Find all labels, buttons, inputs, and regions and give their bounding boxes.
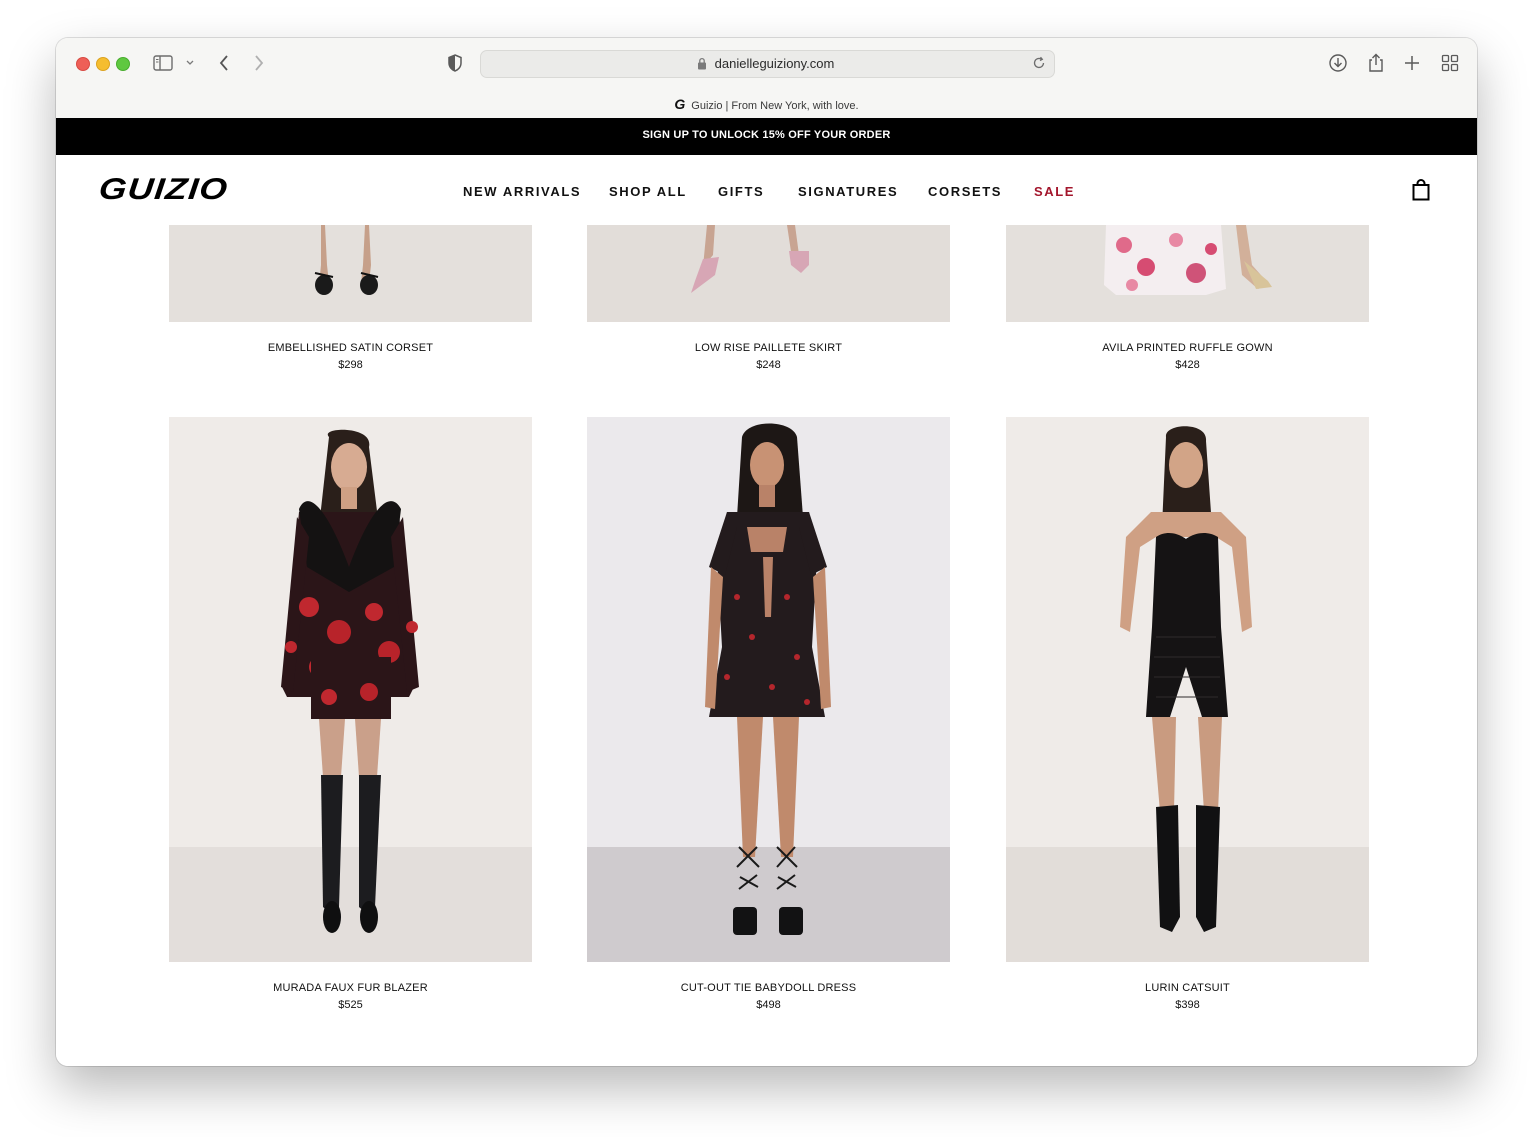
nav-corsets[interactable]: CORSETS: [928, 184, 1002, 199]
product-name[interactable]: CUT-OUT TIE BABYDOLL DRESS: [587, 982, 950, 994]
product-grid: EMBELLISHED SATIN CORSET $298 LOW RISE P…: [56, 225, 1477, 1066]
minimize-window-button[interactable]: [96, 57, 110, 71]
zoom-window-button[interactable]: [116, 57, 130, 71]
share-icon[interactable]: [1365, 52, 1387, 74]
product-image[interactable]: [1006, 225, 1369, 322]
product-name[interactable]: EMBELLISHED SATIN CORSET: [169, 342, 532, 354]
reload-icon[interactable]: [1032, 56, 1046, 75]
browser-toolbar: danielleguiziony.com G Guizio | From New …: [56, 38, 1477, 118]
product-price: $498: [756, 999, 781, 1011]
product-image[interactable]: [1006, 417, 1369, 962]
product-price: $428: [1175, 359, 1200, 371]
product-photo-blazer: [169, 417, 532, 962]
browser-window: danielleguiziony.com G Guizio | From New …: [56, 38, 1477, 1066]
shopping-bag-icon[interactable]: [1412, 179, 1430, 206]
product-price: $298: [338, 359, 363, 371]
product-name[interactable]: LOW RISE PAILLETE SKIRT: [587, 342, 950, 354]
product-image[interactable]: [587, 417, 950, 962]
desktop: danielleguiziony.com G Guizio | From New …: [0, 0, 1533, 1137]
nav-sale[interactable]: SALE: [1034, 184, 1075, 199]
close-window-button[interactable]: [76, 57, 90, 71]
sidebar-icon[interactable]: [152, 52, 174, 74]
main-nav: NEW ARRIVALS SHOP ALL GIFTS SIGNATURES C…: [56, 184, 1477, 200]
product-image[interactable]: [169, 417, 532, 962]
product-name[interactable]: LURIN CATSUIT: [1006, 982, 1369, 994]
tab-title: Guizio | From New York, with love.: [691, 100, 859, 112]
product-card[interactable]: EMBELLISHED SATIN CORSET $298: [169, 225, 532, 371]
product-card[interactable]: CUT-OUT TIE BABYDOLL DRESS $498: [587, 417, 950, 1011]
product-photo-legs: [169, 225, 532, 322]
favicon: G: [674, 96, 686, 112]
nav-new-arrivals[interactable]: NEW ARRIVALS: [463, 184, 581, 199]
product-card[interactable]: LURIN CATSUIT $398: [1006, 417, 1369, 1011]
shield-icon[interactable]: [444, 52, 466, 74]
nav-gifts[interactable]: GIFTS: [718, 184, 764, 199]
product-price: $525: [338, 999, 363, 1011]
product-card[interactable]: AVILA PRINTED RUFFLE GOWN $428: [1006, 225, 1369, 371]
product-image[interactable]: [169, 225, 532, 322]
product-card[interactable]: LOW RISE PAILLETE SKIRT $248: [587, 225, 950, 371]
product-price: $398: [1175, 999, 1200, 1011]
nav-signatures[interactable]: SIGNATURES: [798, 184, 898, 199]
product-image[interactable]: [587, 225, 950, 322]
promo-banner[interactable]: SIGN UP TO UNLOCK 15% OFF YOUR ORDER: [56, 118, 1477, 155]
url-text: danielleguiziony.com: [714, 56, 835, 71]
product-photo-legs: [587, 225, 950, 322]
back-icon[interactable]: [213, 52, 235, 74]
tab-title-bar[interactable]: G Guizio | From New York, with love.: [56, 94, 1477, 118]
new-tab-icon[interactable]: [1401, 52, 1423, 74]
forward-icon[interactable]: [248, 52, 270, 74]
product-card[interactable]: MURADA FAUX FUR BLAZER $525: [169, 417, 532, 1011]
address-bar[interactable]: danielleguiziony.com: [480, 50, 1055, 78]
tab-overview-icon[interactable]: [1439, 52, 1461, 74]
product-photo-catsuit: [1006, 417, 1369, 962]
promo-text: SIGN UP TO UNLOCK 15% OFF YOUR ORDER: [642, 129, 891, 141]
chevron-down-icon[interactable]: [179, 52, 201, 74]
site-header: GUIZIO NEW ARRIVALS SHOP ALL GIFTS SIGNA…: [56, 155, 1477, 225]
product-name[interactable]: MURADA FAUX FUR BLAZER: [169, 982, 532, 994]
product-name[interactable]: AVILA PRINTED RUFFLE GOWN: [1006, 342, 1369, 354]
product-price: $248: [756, 359, 781, 371]
product-photo-dress: [587, 417, 950, 962]
downloads-icon[interactable]: [1327, 52, 1349, 74]
product-photo-gown: [1006, 225, 1369, 322]
nav-shop-all[interactable]: SHOP ALL: [609, 184, 687, 199]
